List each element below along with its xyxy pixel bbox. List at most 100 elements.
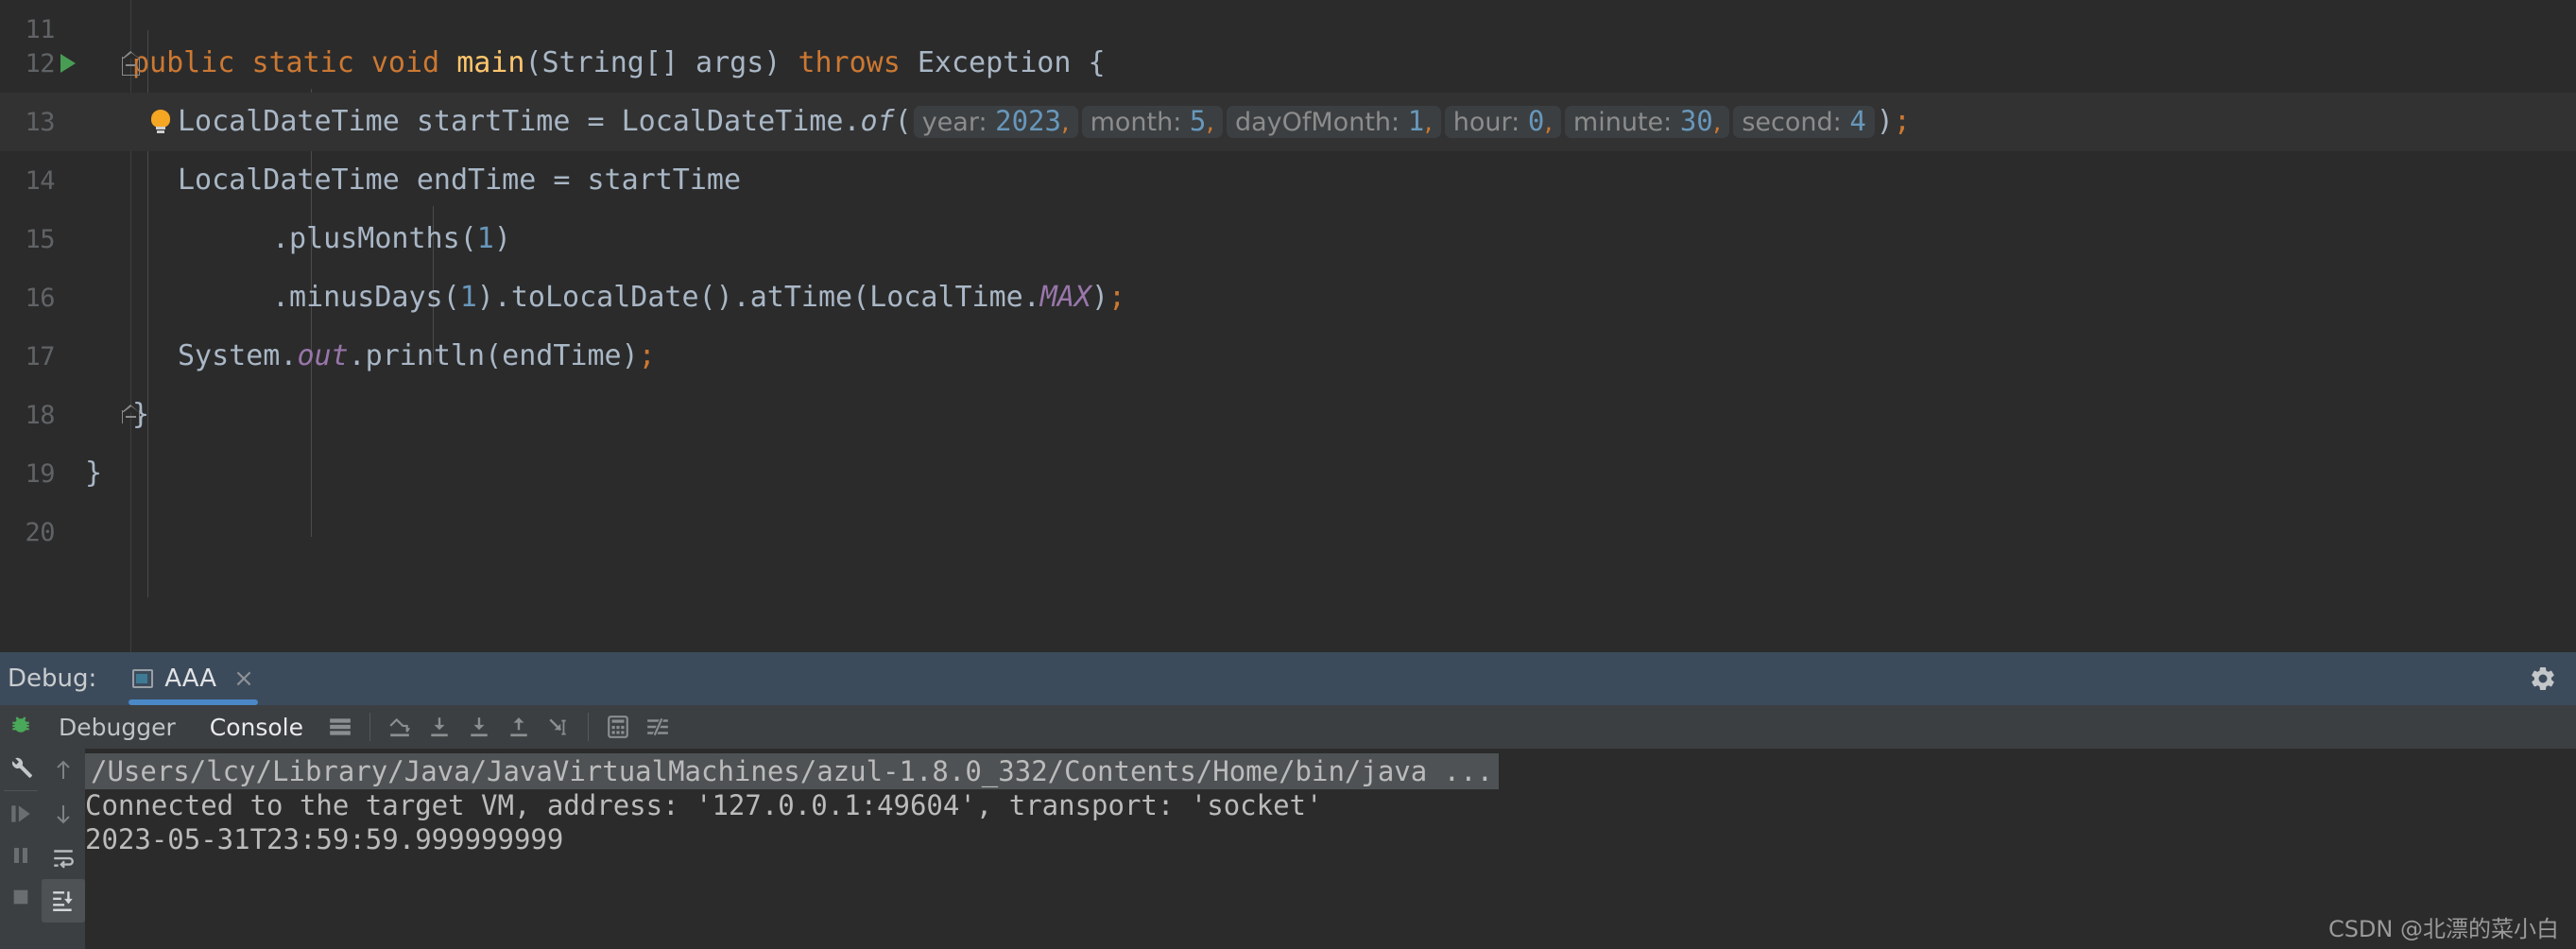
token-public: public bbox=[132, 46, 235, 79]
code-content-14: LocalDateTime endTime = startTime bbox=[178, 166, 741, 195]
token-comma: , bbox=[1424, 108, 1433, 137]
token-comma: , bbox=[1060, 108, 1070, 137]
param-hint-value: 0 bbox=[1527, 105, 1545, 137]
token-dot: . bbox=[843, 105, 861, 138]
gutter-19[interactable]: 19 bbox=[0, 444, 132, 503]
run-gutter-icon[interactable] bbox=[60, 54, 76, 73]
token-call: .minusDays( bbox=[272, 281, 460, 314]
line-number: 13 bbox=[25, 107, 55, 137]
param-hint-second: second: 4 bbox=[1733, 105, 1875, 138]
console-line: Connected to the target VM, address: '12… bbox=[85, 788, 2576, 822]
param-hint-month: month: 5, bbox=[1081, 105, 1223, 138]
scroll-up-icon[interactable] bbox=[42, 749, 85, 792]
debug-side-toolbar bbox=[0, 705, 42, 949]
token-call: .plusMonths( bbox=[272, 222, 477, 255]
gutter-20[interactable]: 20 bbox=[0, 503, 132, 561]
code-content-15: .plusMonths(1) bbox=[272, 225, 511, 253]
gutter-15[interactable]: 15 bbox=[0, 210, 132, 268]
tab-console[interactable]: Console bbox=[193, 705, 320, 749]
step-out-icon[interactable] bbox=[499, 705, 539, 749]
code-line-15[interactable]: 15 .plusMonths(1) bbox=[0, 210, 2576, 268]
param-hint-label: second: bbox=[1742, 108, 1842, 137]
token-number: 1 bbox=[476, 222, 494, 255]
code-line-12[interactable]: 12 public static void main(String[] args… bbox=[0, 34, 2576, 93]
gear-icon[interactable] bbox=[2529, 664, 2557, 693]
debug-tool-window: Debugger Console /Users/lcy/Library/Java… bbox=[0, 705, 2576, 949]
param-hint-value: 5 bbox=[1189, 105, 1207, 137]
param-hint-label: dayOfMonth: bbox=[1234, 108, 1400, 137]
line-number: 19 bbox=[25, 458, 55, 489]
token-void: void bbox=[370, 46, 440, 79]
param-hint-dayofmonth: dayOfMonth: 1, bbox=[1226, 105, 1441, 138]
param-hint-label: minute: bbox=[1572, 108, 1673, 137]
param-hint-value: 4 bbox=[1849, 105, 1866, 137]
token-factory-method: of bbox=[860, 105, 895, 138]
param-hint-label: hour: bbox=[1452, 108, 1520, 137]
stop-program-icon[interactable] bbox=[0, 876, 42, 918]
gutter-12[interactable]: 12 bbox=[0, 34, 140, 93]
token-type: LocalDateTime bbox=[178, 164, 400, 197]
code-line-13[interactable]: 13 LocalDateTime startTime = LocalDateTi… bbox=[0, 93, 2576, 151]
resume-program-icon[interactable] bbox=[0, 793, 42, 835]
param-hint-value: 30 bbox=[1679, 105, 1713, 137]
scroll-down-icon[interactable] bbox=[42, 792, 85, 836]
step-over-icon[interactable] bbox=[380, 705, 420, 749]
code-line-20[interactable]: 20 bbox=[0, 503, 2576, 561]
filter-icon[interactable] bbox=[638, 705, 678, 749]
console-line-text: 2023-05-31T23:59:59.999999999 bbox=[85, 823, 564, 855]
code-line-17[interactable]: 17 System.out.println(endTime); bbox=[0, 327, 2576, 386]
code-fold-icon[interactable] bbox=[122, 51, 140, 76]
token-system: System. bbox=[178, 339, 298, 372]
token-field-out: out bbox=[297, 339, 349, 372]
intention-bulb-icon[interactable] bbox=[151, 110, 170, 134]
token-varname: startTime bbox=[416, 105, 571, 138]
code-editor[interactable]: 1 1 12 public static void main(String[] a… bbox=[0, 0, 2576, 652]
debug-session-tab-aaa[interactable]: AAA × bbox=[123, 652, 264, 705]
code-line-16[interactable]: 16 .minusDays(1).toLocalDate().atTime(Lo… bbox=[0, 268, 2576, 327]
line-number: 14 bbox=[25, 165, 55, 196]
debug-bug-icon[interactable] bbox=[0, 705, 42, 747]
param-hint-minute: minute: 30, bbox=[1564, 105, 1730, 138]
token-assign: = bbox=[553, 164, 571, 197]
token-varname: endTime bbox=[416, 164, 537, 197]
code-line-19[interactable]: 19 } bbox=[0, 444, 2576, 503]
run-to-cursor-icon[interactable] bbox=[539, 705, 578, 749]
token-method-name: main bbox=[456, 46, 525, 79]
run-configuration-icon bbox=[132, 669, 154, 688]
gutter-18[interactable]: 18 bbox=[0, 386, 140, 444]
console-output[interactable]: /Users/lcy/Library/Java/JavaVirtualMachi… bbox=[85, 749, 2576, 949]
settings-wrench-icon[interactable] bbox=[0, 747, 42, 788]
gutter-17[interactable]: 17 bbox=[0, 327, 132, 386]
token-close-paren: ) bbox=[1091, 281, 1109, 314]
param-hint-value: 1 bbox=[1407, 105, 1425, 137]
tab-debugger[interactable]: Debugger bbox=[42, 705, 193, 749]
force-step-into-icon[interactable] bbox=[459, 705, 499, 749]
token-open-paren: ( bbox=[894, 105, 912, 138]
token-assign: = bbox=[587, 105, 605, 138]
code-fold-icon[interactable] bbox=[122, 405, 140, 429]
code-line-18[interactable]: 18 } bbox=[0, 386, 2576, 444]
console-line-text: Connected to the target VM, address: '12… bbox=[85, 789, 1323, 821]
layout-settings-icon[interactable] bbox=[320, 705, 360, 749]
console-line: 2023-05-31T23:59:59.999999999 bbox=[85, 822, 2576, 856]
line-number: 16 bbox=[25, 283, 55, 313]
soft-wrap-icon[interactable] bbox=[42, 836, 85, 879]
step-into-icon[interactable] bbox=[420, 705, 459, 749]
pause-program-icon[interactable] bbox=[0, 835, 42, 876]
close-icon[interactable]: × bbox=[233, 666, 254, 691]
line-number: 18 bbox=[25, 400, 55, 430]
scroll-to-end-icon[interactable] bbox=[42, 879, 85, 923]
toolbar-divider bbox=[369, 713, 370, 741]
code-line-14[interactable]: 14 LocalDateTime endTime = startTime bbox=[0, 151, 2576, 210]
console-line-text: /Users/lcy/Library/Java/JavaVirtualMachi… bbox=[85, 753, 1500, 789]
line-number: 17 bbox=[25, 341, 55, 371]
token-value: startTime bbox=[587, 164, 742, 197]
token-comma: , bbox=[1712, 108, 1722, 137]
token-comma: , bbox=[1544, 108, 1553, 137]
token-open-brace: { bbox=[1088, 46, 1106, 79]
gutter-14[interactable]: 14 bbox=[0, 151, 132, 210]
evaluate-expression-icon[interactable] bbox=[598, 705, 638, 749]
param-hint-year: year: 2023, bbox=[913, 106, 1078, 138]
gutter-16[interactable]: 16 bbox=[0, 268, 132, 327]
gutter-13[interactable]: 13 bbox=[0, 93, 170, 151]
